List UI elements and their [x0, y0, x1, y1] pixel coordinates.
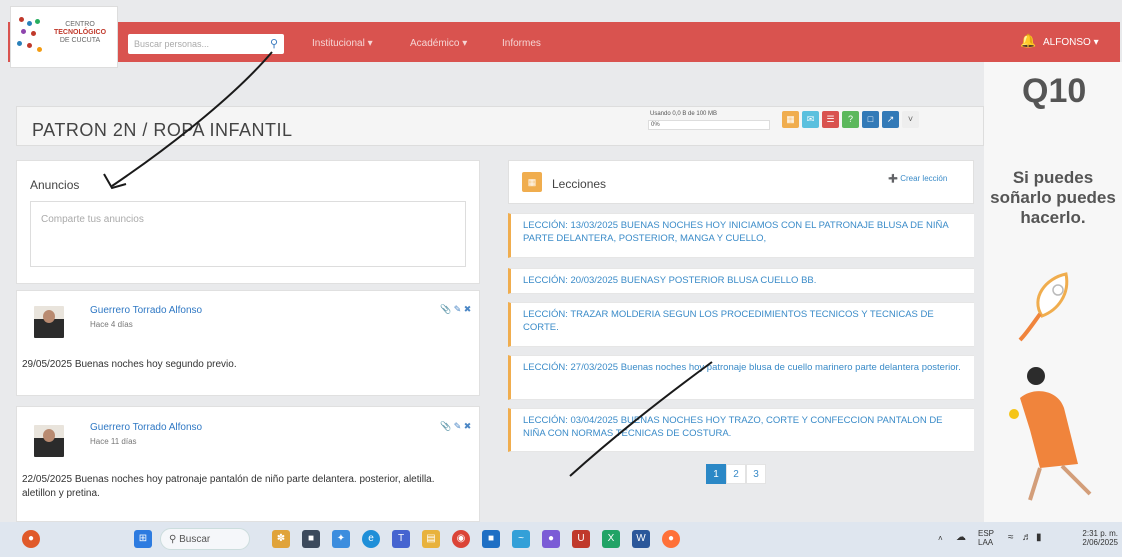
app-icon[interactable]: ~	[512, 530, 530, 548]
nav-informes[interactable]: Informes	[502, 38, 541, 49]
wifi-icon[interactable]: ≈	[1008, 532, 1014, 543]
help-tool-icon[interactable]: ?	[842, 111, 859, 128]
logo-text: CENTRO TECNOLÓGICO DE CUCUTA	[45, 21, 115, 45]
lesson-item[interactable]: LECCIÓN: 27/03/2025 Buenas noches hoy pa…	[508, 355, 974, 400]
delete-icon[interactable]: ✖	[464, 304, 472, 314]
page-title: PATRON 2N / ROPA INFANTIL	[32, 120, 293, 140]
post-text: 22/05/2025 Buenas noches hoy patronaje p…	[22, 474, 435, 499]
lesson-item[interactable]: LECCIÓN: 13/03/2025 BUENAS NOCHES HOY IN…	[508, 213, 974, 258]
q10-brand: Q10	[1022, 72, 1087, 110]
excel-icon[interactable]: X	[602, 530, 620, 548]
edit-icon[interactable]: ✎	[454, 421, 462, 431]
post-author[interactable]: Guerrero Torrado Alfonso	[90, 422, 202, 433]
magnifier-icon: ⚲	[169, 534, 177, 545]
lessons-tool-icon[interactable]: ▦	[782, 111, 799, 128]
chrome-icon[interactable]: ◉	[452, 530, 470, 548]
chat-tool-icon[interactable]: ✉	[802, 111, 819, 128]
speaker-icon[interactable]: ♬	[1022, 532, 1032, 543]
post-card	[16, 406, 480, 522]
store-icon[interactable]: ■	[482, 530, 500, 548]
clock[interactable]: 2:31 p. m. 2/06/2025	[1058, 529, 1118, 547]
logo-line3: DE CUCUTA	[59, 37, 101, 44]
lessons-book-icon: ▦	[522, 172, 542, 192]
copilot-icon[interactable]: ✦	[332, 530, 350, 548]
search-icon[interactable]: ⚲	[270, 37, 278, 50]
word-icon[interactable]: W	[632, 530, 650, 548]
create-lesson-label: Crear lección	[900, 174, 948, 183]
windows-start-icon[interactable]: ⊞	[134, 530, 152, 548]
screen-tool-icon[interactable]: □	[862, 111, 879, 128]
avatar	[34, 425, 64, 457]
create-lesson-link[interactable]: ➕ Crear lección	[888, 174, 947, 183]
lesson-item[interactable]: LECCIÓN: TRAZAR MOLDERIA SEGUN LOS PROCE…	[508, 302, 974, 347]
delete-icon[interactable]: ✖	[464, 421, 472, 431]
logo[interactable]: CENTRO TECNOLÓGICO DE CUCUTA	[10, 6, 118, 68]
storage-usage-bar: 0%	[648, 120, 770, 130]
file-explorer-icon[interactable]: ▤	[422, 530, 440, 548]
q10-logo: Q10	[1022, 72, 1108, 116]
post-actions: 📎 ✎ ✖	[440, 304, 471, 315]
user-menu[interactable]: ALFONSO ▾	[1043, 37, 1099, 48]
nav-institucional[interactable]: Institucional ▾	[312, 38, 373, 49]
post-author[interactable]: Guerrero Torrado Alfonso	[90, 305, 202, 316]
chart-tool-icon[interactable]: ↗	[882, 111, 899, 128]
task-view-icon[interactable]: ■	[302, 530, 320, 548]
clock-date: 2/06/2025	[1082, 538, 1118, 547]
avatar	[34, 306, 64, 338]
lesson-item[interactable]: LECCIÓN: 20/03/2025 BUENASY POSTERIOR BL…	[508, 268, 974, 294]
storage-usage-label: Usando 0,0 B de 100 MB	[650, 111, 718, 117]
rocket-illustration	[1009, 272, 1092, 501]
clock-time: 2:31 p. m.	[1082, 529, 1118, 538]
page-1-button[interactable]: 1	[706, 464, 726, 484]
logo-line2: TECNOLÓGICO	[53, 29, 107, 36]
list-tool-icon[interactable]: ☰	[822, 111, 839, 128]
attach-icon[interactable]: 📎	[440, 304, 451, 314]
security-icon[interactable]: U	[572, 530, 590, 548]
post-time: Hace 11 días	[90, 437, 137, 446]
taskbar-search-label: Buscar	[179, 534, 211, 545]
ad-slogan: Si puedes soñarlo puedes hacerlo.	[990, 168, 1116, 227]
firefox-icon[interactable]: ●	[662, 530, 680, 548]
edge-icon[interactable]: e	[362, 530, 380, 548]
attach-icon[interactable]: 📎	[440, 421, 451, 431]
nav-academico[interactable]: Académico ▾	[410, 38, 467, 49]
page-2-button[interactable]: 2	[726, 464, 746, 484]
storage-usage-percent: 0%	[651, 122, 660, 128]
logo-line1: CENTRO	[65, 21, 95, 28]
post-card	[16, 290, 480, 396]
search-input[interactable]: Buscar personas... ⚲	[128, 34, 284, 54]
logo-dots-icon	[17, 17, 45, 57]
share-announcement-input[interactable]: Comparte tus anuncios	[30, 201, 466, 267]
weather-icon[interactable]: ●	[22, 530, 40, 548]
edit-icon[interactable]: ✎	[454, 304, 462, 314]
cloud-icon[interactable]: ☁	[956, 532, 966, 543]
app-icon[interactable]: ●	[542, 530, 560, 548]
post-text: 29/05/2025 Buenas noches hoy segundo pre…	[22, 359, 237, 370]
teams-icon[interactable]: T	[392, 530, 410, 548]
search-placeholder: Buscar personas...	[134, 39, 210, 49]
lessons-title: Lecciones	[552, 177, 607, 191]
language-code: ESP	[978, 529, 995, 538]
post-actions: 📎 ✎ ✖	[440, 421, 471, 432]
language-layout: LAA	[978, 538, 994, 547]
more-tools-chevron-icon[interactable]: ˅	[902, 111, 919, 128]
bell-icon[interactable]: 🔔	[1020, 33, 1036, 49]
battery-icon[interactable]: ▮	[1036, 532, 1042, 543]
post-time: Hace 4 días	[90, 320, 133, 329]
taskbar-search[interactable]: ⚲ Buscar	[160, 528, 250, 550]
plus-circle-icon: ➕	[888, 174, 898, 183]
lesson-item[interactable]: LECCIÓN: 03/04/2025 BUENAS NOCHES HOY TR…	[508, 408, 974, 452]
announcements-title: Anuncios	[30, 178, 80, 192]
share-placeholder: Comparte tus anuncios	[41, 214, 144, 225]
chevron-up-icon[interactable]: ˄	[938, 534, 943, 543]
page-3-button[interactable]: 3	[746, 464, 766, 484]
widget-icon[interactable]: ✽	[272, 530, 290, 548]
language-indicator[interactable]: ESP LAA	[978, 529, 994, 547]
